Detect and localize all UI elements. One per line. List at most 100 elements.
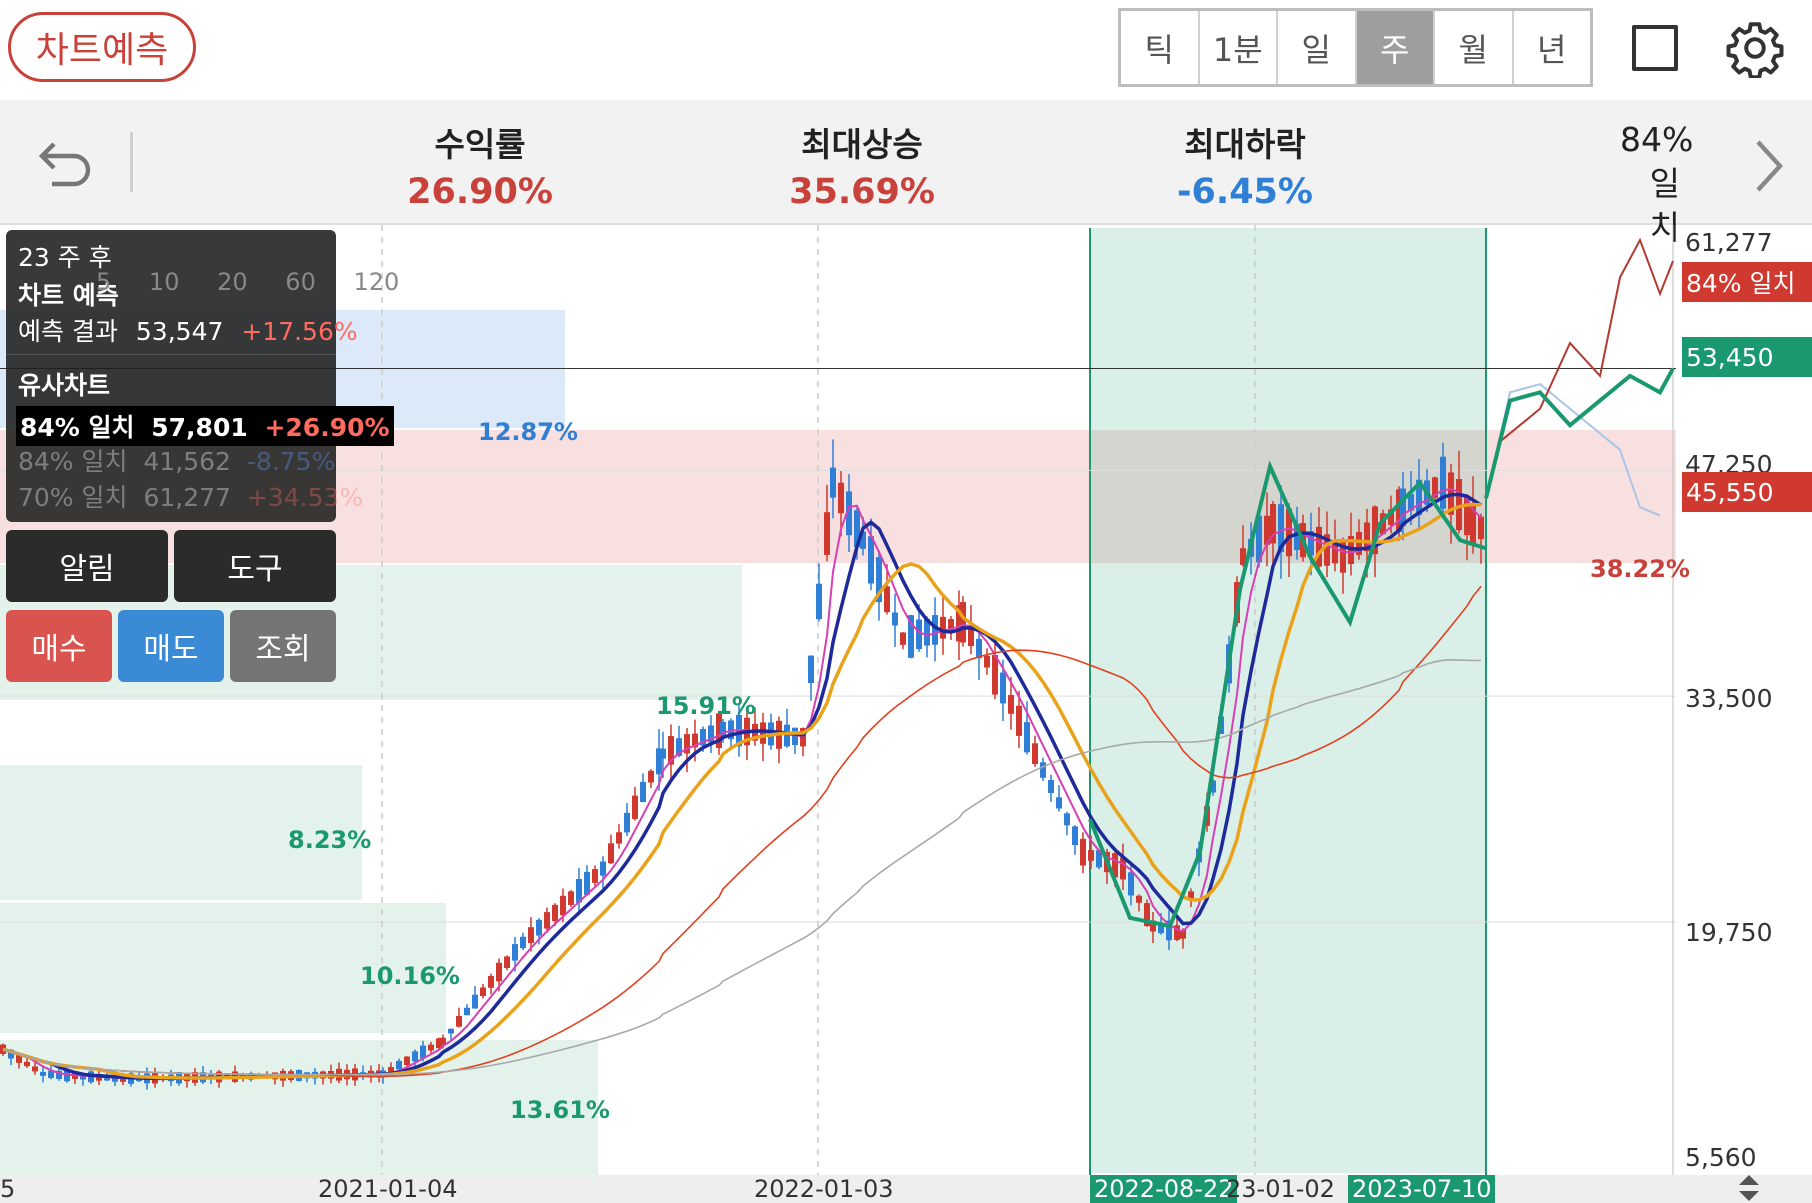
y-tick-label: 33,500 (1685, 684, 1773, 713)
undo-icon[interactable] (36, 136, 96, 192)
panel-divider (6, 354, 336, 355)
candle (456, 1015, 462, 1027)
candle (552, 904, 558, 921)
tool-button[interactable]: 도구 (174, 530, 336, 602)
candle (32, 1066, 38, 1072)
x-tick-label: 5 (0, 1175, 16, 1203)
volume-pct-label: 10.16% (360, 962, 460, 990)
stat-return-label: 수익률 (434, 125, 526, 164)
candle (1032, 743, 1038, 764)
ma-legend-item: 120 (353, 268, 400, 296)
x-highlight-end: 2023-07-10 (1348, 1175, 1496, 1203)
candle (412, 1051, 418, 1062)
fullscreen-icon[interactable] (1632, 25, 1678, 71)
similar-row[interactable]: 70% 일치 61,277 +34.53% (18, 478, 363, 514)
candle (784, 724, 790, 747)
ma-legend-item: 20 (217, 268, 248, 296)
candle (40, 1071, 46, 1076)
stat-return: 수익률 26.90% (370, 118, 590, 212)
candle (1064, 813, 1070, 826)
candle (520, 936, 526, 949)
candle (976, 638, 982, 659)
candle (448, 1028, 454, 1034)
candle (464, 1007, 470, 1016)
match-highlight (1090, 228, 1486, 1173)
volume-pct-label: 12.87% (478, 418, 578, 446)
candle (1000, 672, 1006, 704)
price-tag-prediction: 45,550 (1682, 472, 1812, 512)
similar-row-price: 41,562 (143, 447, 231, 476)
candle (1080, 838, 1086, 866)
candle (592, 869, 598, 883)
forecast-pct-label: 38.22% (1590, 555, 1690, 583)
x-tick-label: 2021-01-04 (318, 1175, 458, 1203)
candle (488, 976, 494, 988)
candle (1136, 895, 1142, 903)
scale-toggle-icon[interactable] (1734, 1173, 1764, 1203)
period-tab[interactable]: 틱 (1121, 11, 1200, 84)
candle (600, 861, 606, 876)
sell-button[interactable]: 매도 (118, 610, 224, 682)
chevron-right-icon[interactable] (1748, 136, 1788, 196)
gear-icon[interactable] (1725, 18, 1785, 78)
candle (648, 770, 654, 783)
candle (660, 748, 666, 759)
candle (428, 1044, 434, 1051)
candle (472, 994, 478, 1009)
result-price: 53,547 (135, 317, 224, 346)
candle (404, 1056, 410, 1065)
candle (536, 919, 542, 936)
ma-legend: 5 10 20 60 120 (96, 268, 399, 296)
candle (640, 781, 646, 803)
x-axis-band (0, 1175, 1812, 1203)
candle (528, 927, 534, 944)
candle (608, 843, 614, 864)
candle (624, 812, 630, 833)
similar-row-match: 84% 일치 (18, 447, 128, 476)
period-tab[interactable]: 월 (1435, 11, 1514, 84)
prediction-result-row: 예측 결과 53,547 +17.56% (18, 312, 358, 348)
similar-row[interactable]: 84% 일치 57,801 +26.90% (16, 406, 394, 446)
volume-zone (0, 1040, 598, 1175)
similar-row-change: +26.90% (264, 413, 390, 442)
period-tab[interactable]: 일 (1278, 11, 1357, 84)
alert-button[interactable]: 알림 (6, 530, 168, 602)
candle (992, 655, 998, 695)
period-selector: 틱 1분 일 주 월 년 (1118, 8, 1593, 87)
chart-predict-button[interactable]: 차트예측 (8, 12, 196, 82)
similar-row-price: 57,801 (151, 413, 248, 442)
candle (1332, 543, 1338, 564)
y-tick-label: 19,750 (1685, 918, 1773, 947)
candle (1120, 857, 1126, 880)
candle (1048, 779, 1054, 794)
candle (984, 655, 990, 668)
buy-button[interactable]: 매수 (6, 610, 112, 682)
volume-pct-label: 15.91% (656, 692, 756, 720)
stat-max-up-value: 35.69% (789, 172, 935, 212)
candle (1024, 722, 1030, 753)
stat-max-down: 최대하락 -6.45% (1135, 118, 1355, 212)
period-tab[interactable]: 1분 (1200, 11, 1278, 84)
candle (560, 895, 566, 916)
inquiry-button[interactable]: 조회 (230, 610, 336, 682)
candle (440, 1037, 446, 1045)
period-tab[interactable]: 주 (1356, 11, 1435, 84)
candle (808, 655, 814, 684)
divider (130, 132, 133, 192)
similar-row[interactable]: 84% 일치 41,562 -8.75% (18, 442, 335, 478)
candle (480, 987, 486, 997)
candle (1316, 526, 1322, 567)
stat-max-up-label: 최대상승 (801, 125, 923, 164)
period-tab[interactable]: 년 (1514, 11, 1591, 84)
x-tick-label: 2022-01-03 (754, 1175, 894, 1203)
candle (512, 944, 518, 961)
y-tick-label: 5,560 (1685, 1143, 1757, 1172)
candle (1008, 694, 1014, 714)
candle (824, 512, 830, 555)
candle (496, 962, 502, 982)
stat-max-down-value: -6.45% (1177, 172, 1313, 212)
stat-return-value: 26.90% (407, 172, 553, 212)
candle (504, 956, 510, 968)
similar-row-change: -8.75% (246, 447, 336, 476)
candle (892, 612, 898, 626)
